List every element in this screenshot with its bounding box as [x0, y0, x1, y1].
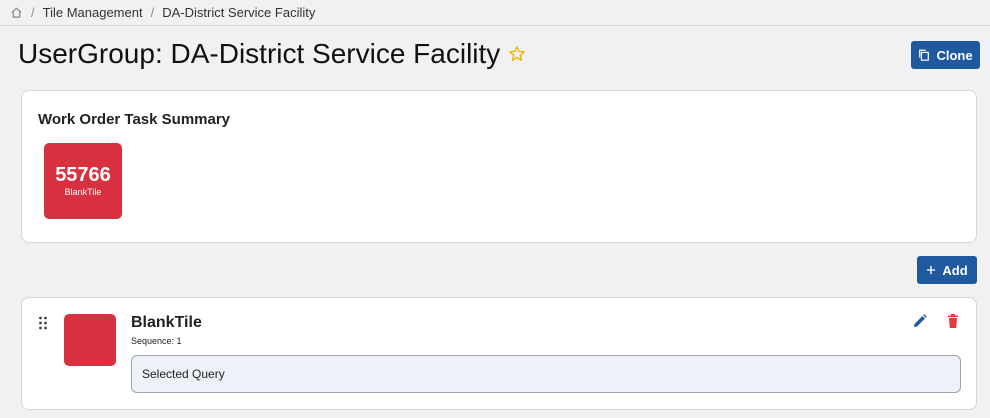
tile-item-name: BlankTile [131, 314, 202, 331]
page-title-row: UserGroup: DA-District Service Facility [18, 38, 526, 70]
tile-item-sequence: Sequence: 1 [131, 336, 182, 346]
home-icon[interactable] [10, 6, 23, 19]
breadcrumb-separator: / [150, 5, 155, 20]
selected-query-label: Selected Query [142, 367, 225, 381]
summary-title: Work Order Task Summary [38, 111, 231, 128]
breadcrumb-tile-management[interactable]: Tile Management [43, 5, 143, 20]
breadcrumb: / Tile Management / DA-District Service … [0, 0, 990, 26]
clone-button-label: Clone [936, 47, 973, 63]
summary-tile[interactable]: 55766 BlankTile [44, 143, 122, 219]
clone-button[interactable]: Clone [911, 41, 980, 69]
tile-count: 55766 [55, 164, 111, 186]
copy-icon [919, 49, 930, 61]
tile-item-card: BlankTile Sequence: 1 Selected Query [21, 297, 977, 410]
delete-icon[interactable] [945, 313, 961, 329]
breadcrumb-separator: / [31, 5, 35, 20]
tile-color-swatch [64, 314, 116, 366]
add-button-label: Add [942, 262, 968, 278]
breadcrumb-current-page: DA-District Service Facility [162, 5, 316, 20]
edit-icon[interactable] [912, 313, 928, 329]
page-title: UserGroup: DA-District Service Facility [18, 38, 501, 69]
selected-query-field[interactable]: Selected Query [131, 355, 961, 393]
plus-icon [927, 265, 936, 275]
work-order-task-summary-card: Work Order Task Summary 55766 BlankTile [21, 90, 977, 243]
star-icon[interactable] [508, 45, 526, 63]
drag-handle-icon[interactable] [38, 316, 48, 330]
add-tile-button[interactable]: Add [917, 256, 977, 284]
tile-label: BlankTile [64, 187, 102, 197]
